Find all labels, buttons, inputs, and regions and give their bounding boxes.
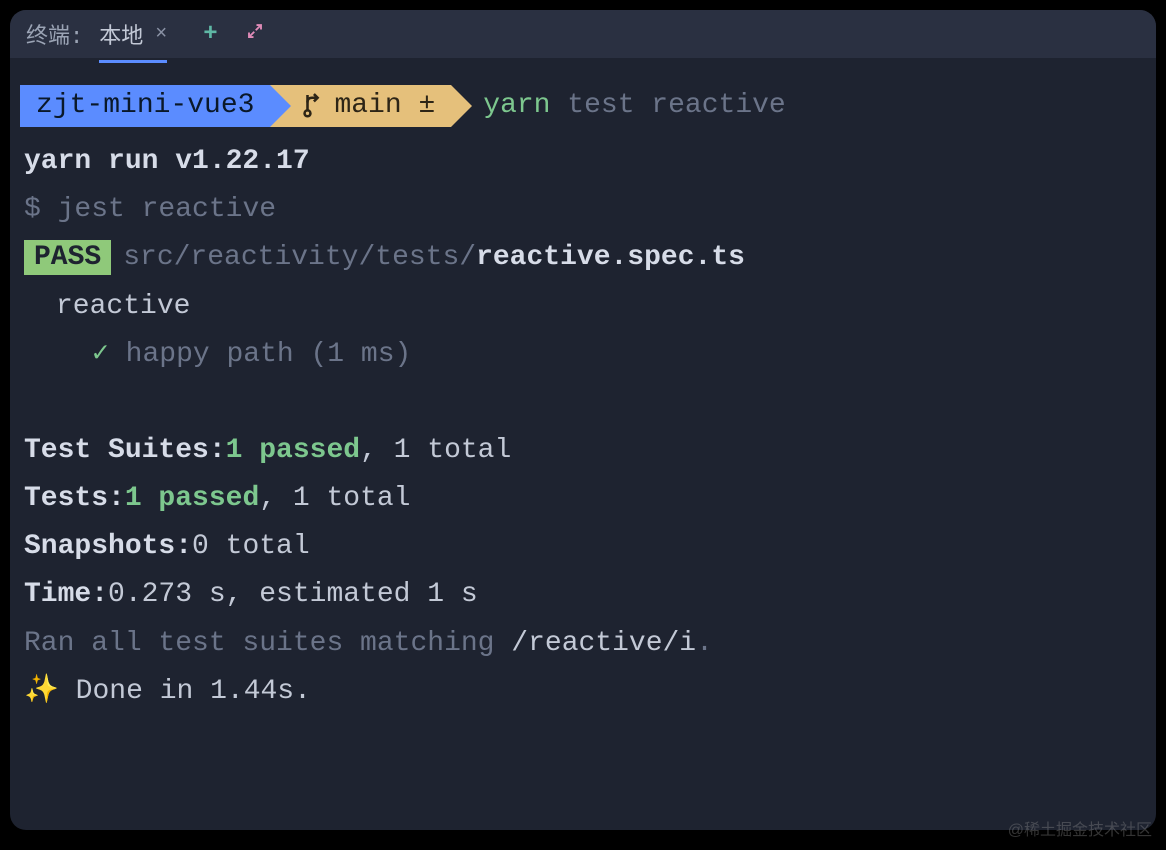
test-path-file: reactive.spec.ts	[476, 242, 745, 273]
git-branch-icon	[302, 93, 324, 119]
tests-summary: Tests: 1 passed, 1 total	[20, 475, 1146, 523]
suites-total: , 1 total	[360, 435, 511, 466]
watermark: @稀土掘金技术社区	[1008, 816, 1152, 840]
spacer	[20, 379, 1146, 427]
test-name: happy path (1 ms)	[126, 339, 412, 370]
ran-suffix: .	[696, 628, 713, 659]
dollar-prefix: $	[24, 194, 58, 225]
suite-name-line: reactive	[20, 283, 1146, 331]
pass-line: PASS src/reactivity/tests/reactive.spec.t…	[20, 234, 1146, 282]
check-icon: ✓	[92, 339, 109, 370]
branch-name: main ±	[334, 82, 435, 130]
new-tab-icon[interactable]: +	[203, 21, 217, 48]
command-input: yarn test reactive	[483, 82, 785, 130]
prompt-project-segment: zjt-mini-vue3	[20, 85, 270, 127]
time-value: 0.273 s, estimated 1 s	[108, 579, 478, 610]
suites-label: Test Suites:	[24, 427, 226, 475]
test-suites-summary: Test Suites: 1 passed, 1 total	[20, 427, 1146, 475]
terminal-output[interactable]: zjt-mini-vue3 main ± yarn test reactive …	[10, 58, 1156, 726]
command-bin: yarn	[483, 90, 550, 121]
jest-cmd: jest reactive	[58, 194, 276, 225]
expand-icon[interactable]	[246, 22, 264, 46]
test-result-line: ✓ happy path (1 ms)	[20, 331, 1146, 379]
prompt-branch-segment: main ±	[270, 85, 451, 127]
snapshots-label: Snapshots:	[24, 523, 192, 571]
tab-active-indicator	[99, 60, 167, 63]
tests-passed: 1 passed	[125, 483, 259, 514]
time-label: Time:	[24, 571, 108, 619]
yarn-run-line: yarn run v1.22.17	[20, 138, 1146, 186]
done-text: Done in 1.44s.	[59, 676, 311, 707]
sparkle-icon: ✨	[24, 676, 59, 707]
title-bar: 终端: 本地 × +	[10, 10, 1156, 58]
ran-suites-line: Ran all test suites matching /reactive/i…	[20, 620, 1146, 668]
project-name: zjt-mini-vue3	[36, 82, 254, 130]
snapshots-summary: Snapshots: 0 total	[20, 523, 1146, 571]
ran-prefix: Ran all test suites matching	[24, 628, 511, 659]
close-icon[interactable]: ×	[155, 23, 167, 46]
time-summary: Time: 0.273 s, estimated 1 s	[20, 571, 1146, 619]
tests-label: Tests:	[24, 475, 125, 523]
tests-total: , 1 total	[259, 483, 410, 514]
command-args: test reactive	[567, 90, 785, 121]
suites-passed: 1 passed	[226, 435, 360, 466]
terminal-label: 终端:	[26, 18, 83, 50]
tab-name: 本地	[99, 18, 143, 50]
terminal-window: 终端: 本地 × + zjt-mini-vue3	[10, 10, 1156, 830]
done-line: ✨ Done in 1.44s.	[20, 668, 1146, 716]
test-path-dir: src/reactivity/tests/	[123, 242, 476, 273]
jest-command-line: $ jest reactive	[20, 186, 1146, 234]
terminal-tab[interactable]: 本地 ×	[99, 14, 167, 54]
tab-actions: +	[203, 21, 263, 48]
prompt-line: zjt-mini-vue3 main ± yarn test reactive	[20, 82, 1146, 130]
ran-pattern: /reactive/i	[511, 628, 696, 659]
snapshots-value: 0 total	[192, 531, 310, 562]
pass-badge: PASS	[24, 240, 111, 275]
